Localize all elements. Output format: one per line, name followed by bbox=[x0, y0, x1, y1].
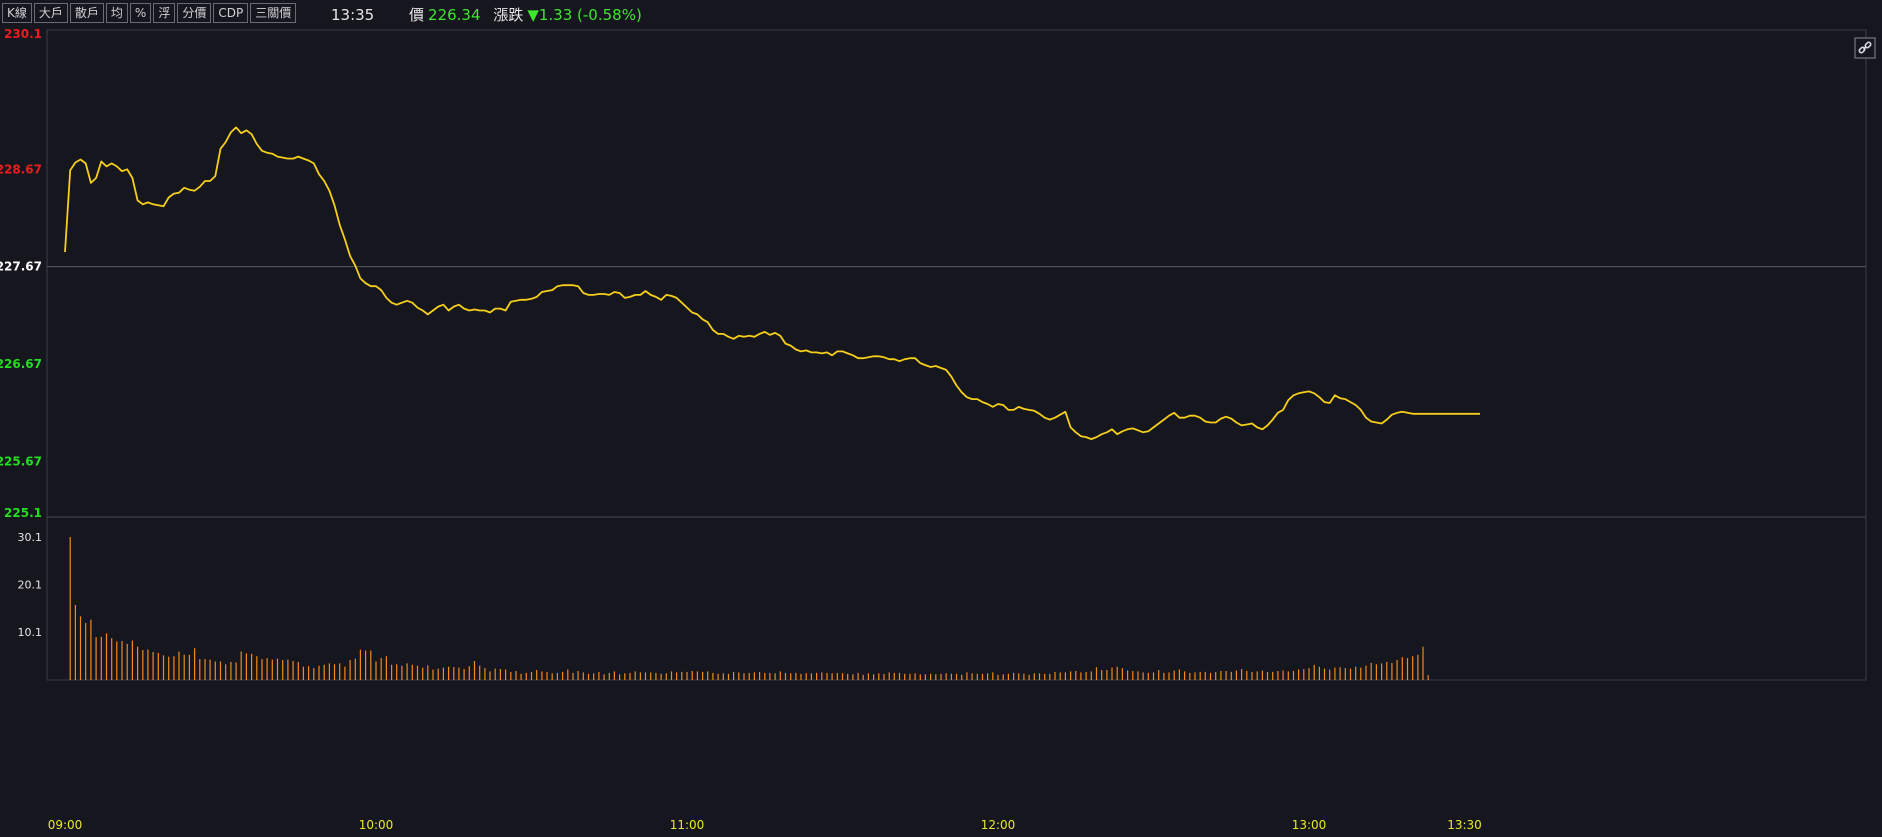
price-line bbox=[64, 126, 1480, 440]
link-icon-button[interactable] bbox=[1854, 37, 1876, 59]
price-tick-label: 226.67 bbox=[0, 357, 42, 371]
intraday-chart: 230.1 228.67 227.67 226.67 225.67 225.1 30.1 2… bbox=[0, 27, 1876, 832]
time-tick-label: 12:00 bbox=[981, 818, 1016, 832]
price-tick-label: 225.67 bbox=[0, 454, 42, 468]
time-tick-label: 09:00 bbox=[48, 818, 83, 832]
price-tick-label: 228.67 bbox=[0, 162, 42, 176]
time-tick-label: 13:30 bbox=[1447, 818, 1482, 832]
price-tick-label: 225.1 bbox=[4, 506, 42, 520]
time-tick-label: 11:00 bbox=[670, 818, 705, 832]
volume-tick-label: 30.1 bbox=[18, 531, 43, 544]
price-tick-label: 230.1 bbox=[4, 27, 42, 41]
time-tick-label: 10:00 bbox=[359, 818, 394, 832]
time-tick-label: 13:00 bbox=[1292, 818, 1327, 832]
chart-frame bbox=[46, 29, 1867, 681]
volume-tick-label: 10.1 bbox=[18, 626, 43, 639]
volume-tick-label: 20.1 bbox=[18, 579, 43, 592]
price-tick-label: 227.67 bbox=[0, 260, 42, 274]
